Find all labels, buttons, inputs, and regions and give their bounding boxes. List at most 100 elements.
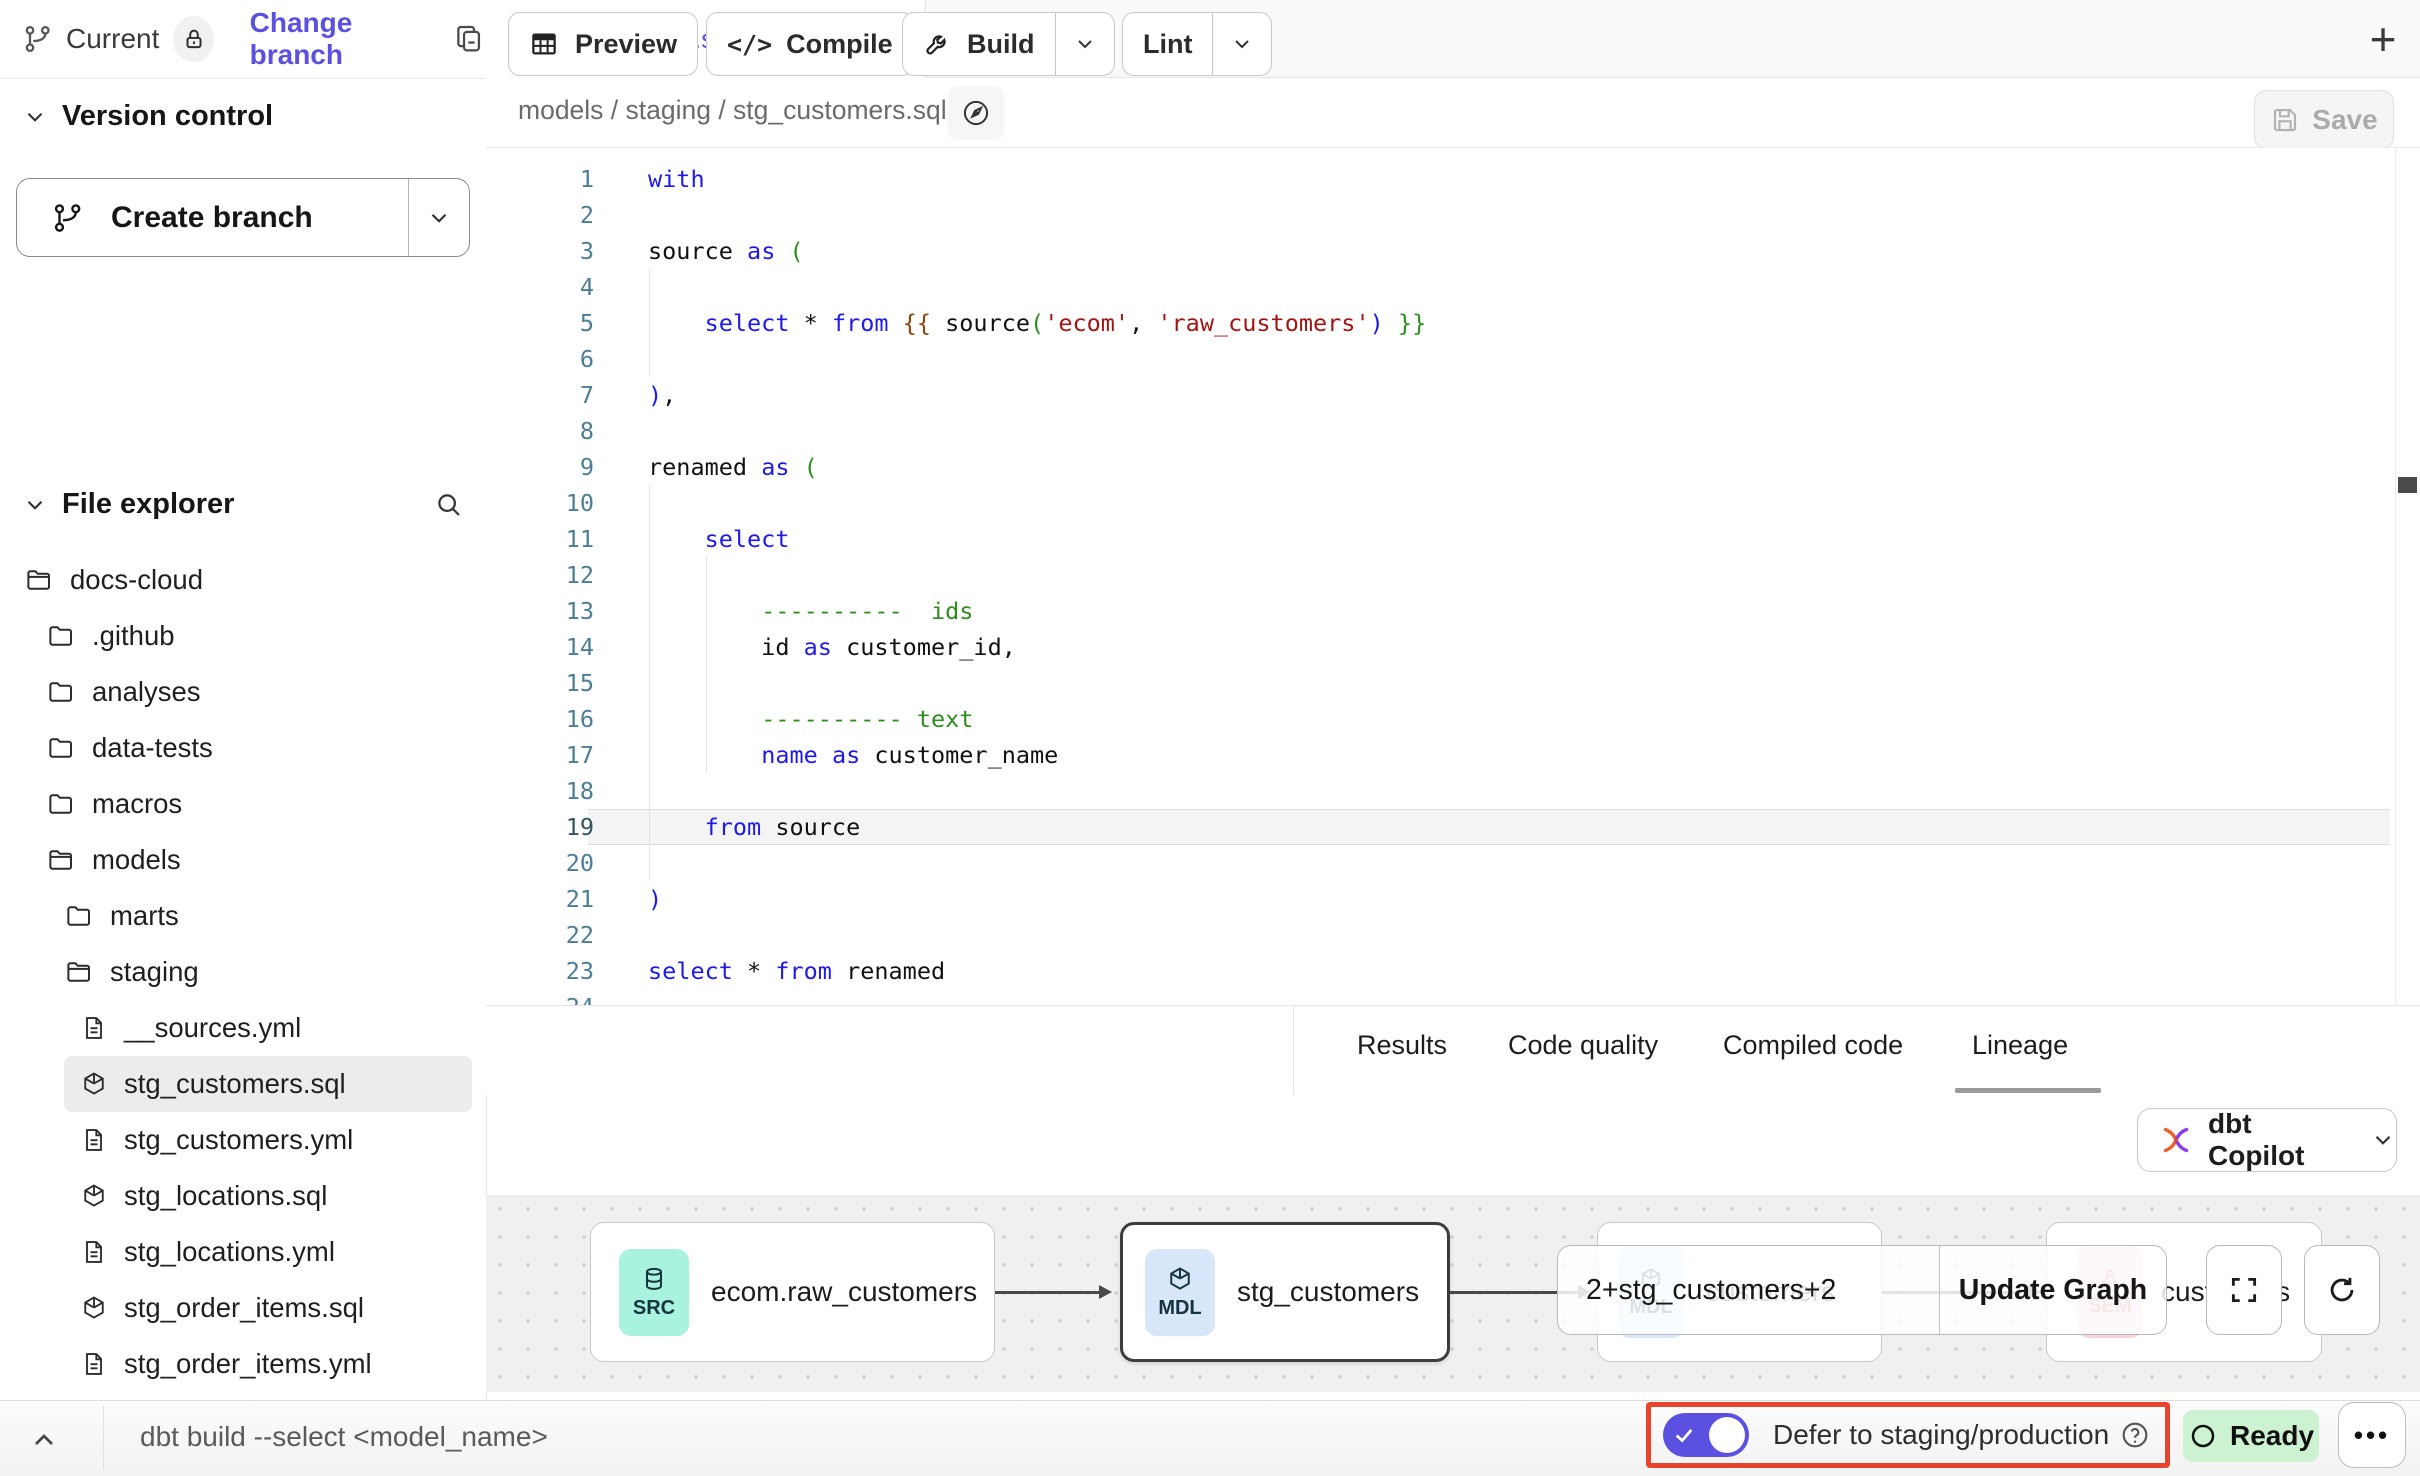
lineage-canvas[interactable]: MDL customers SEM customers SRC ecom.raw… xyxy=(486,1195,2420,1392)
tree-item-analyses[interactable]: analyses xyxy=(30,664,472,720)
database-icon xyxy=(640,1265,668,1293)
tree-item-label: marts xyxy=(110,900,179,932)
command-input[interactable]: dbt build --select <model_name> xyxy=(140,1421,548,1453)
sidebar: Current Change branch Version control Cr… xyxy=(0,0,487,1400)
tree-item-data-tests[interactable]: data-tests xyxy=(30,720,472,776)
tab-compiled-code[interactable]: Compiled code xyxy=(1723,1030,1903,1061)
git-branch-icon xyxy=(51,201,85,235)
tab-code-quality[interactable]: Code quality xyxy=(1508,1030,1658,1061)
code-text: select xyxy=(648,521,789,557)
help-icon[interactable] xyxy=(2119,1419,2151,1451)
file-tree: docs-cloud .githubanalysesdata-testsmacro… xyxy=(0,552,486,1392)
action-toolbar xyxy=(486,1005,2420,1095)
tree-item-models[interactable]: models xyxy=(30,832,472,888)
refresh-button[interactable] xyxy=(2304,1245,2380,1335)
tree-item-stg-order-items-yml[interactable]: stg_order_items.yml xyxy=(64,1336,472,1392)
code-text: renamed as ( xyxy=(648,449,818,485)
folder-open-icon xyxy=(64,957,94,987)
preview-button[interactable]: Preview xyxy=(508,12,698,76)
tree-item-label: docs-cloud xyxy=(70,564,203,596)
build-dropdown[interactable] xyxy=(1055,13,1114,75)
line-number: 11 xyxy=(486,521,594,557)
lint-dropdown[interactable] xyxy=(1212,13,1271,75)
file-explorer-section-header[interactable]: File explorer xyxy=(22,488,464,521)
code-line-1: 1 with xyxy=(486,161,2420,197)
indent-guide xyxy=(649,557,650,593)
tree-item-docs-cloud[interactable]: docs-cloud xyxy=(8,552,472,608)
line-number: 15 xyxy=(486,665,594,701)
tree-item-stg-customers-sql[interactable]: stg_customers.sql xyxy=(64,1056,472,1112)
editor-scrollbar-thumb[interactable] xyxy=(2398,477,2417,493)
copy-icon[interactable] xyxy=(452,22,486,56)
tree-item-macros[interactable]: macros xyxy=(30,776,472,832)
search-icon[interactable] xyxy=(434,490,464,520)
model-icon xyxy=(80,1294,108,1322)
folder-icon xyxy=(46,677,76,707)
more-options-button[interactable]: ••• xyxy=(2338,1402,2406,1468)
line-number: 7 xyxy=(486,377,594,413)
status-circle-icon xyxy=(2188,1421,2218,1451)
lineage-edge xyxy=(995,1291,1099,1294)
lint-button[interactable]: Lint xyxy=(1122,12,1272,76)
tree-item--sources-yml[interactable]: __sources.yml xyxy=(64,1000,472,1056)
code-line-10: 10 xyxy=(486,485,2420,521)
update-graph-button[interactable]: Update Graph xyxy=(1940,1274,2166,1307)
folder-icon xyxy=(46,733,76,763)
code-text: id as customer_id, xyxy=(648,629,1016,665)
line-number: 22 xyxy=(486,917,594,953)
dbt-copilot-button[interactable]: dbt Copilot xyxy=(2137,1108,2397,1172)
wrench-icon xyxy=(923,29,953,59)
tree-item-stg-locations-sql[interactable]: stg_locations.sql xyxy=(64,1168,472,1224)
tree-item-stg-customers-yml[interactable]: stg_customers.yml xyxy=(64,1112,472,1168)
lineage-node-stg-customers[interactable]: MDL stg_customers xyxy=(1120,1222,1450,1362)
tree-item-stg-locations-yml[interactable]: stg_locations.yml xyxy=(64,1224,472,1280)
folder-open-icon xyxy=(46,845,76,875)
refresh-icon xyxy=(2325,1273,2359,1307)
compile-button[interactable]: </> Compile xyxy=(706,12,914,76)
code-line-6: 6 xyxy=(486,341,2420,377)
tab-lineage[interactable]: Lineage xyxy=(1972,1030,2068,1061)
defer-toggle[interactable] xyxy=(1663,1413,1749,1457)
tree-item-staging[interactable]: staging xyxy=(48,944,472,1000)
status-badge-ready[interactable]: Ready xyxy=(2183,1410,2319,1462)
tab-results[interactable]: Results xyxy=(1357,1030,1447,1061)
folder-icon xyxy=(46,621,76,651)
code-brackets-icon: </> xyxy=(727,30,772,59)
tree-item-stg-order-items-sql[interactable]: stg_order_items.sql xyxy=(64,1280,472,1336)
create-branch-button[interactable]: Create branch xyxy=(16,178,470,257)
tree-item-marts[interactable]: marts xyxy=(48,888,472,944)
code-text: select * from {{ source('ecom', 'raw_cus… xyxy=(648,305,1426,341)
code-line-4: 4 xyxy=(486,269,2420,305)
code-line-8: 8 xyxy=(486,413,2420,449)
model-health-button[interactable] xyxy=(948,86,1004,140)
line-number: 5 xyxy=(486,305,594,341)
change-branch-link[interactable]: Change branch xyxy=(250,7,428,71)
lineage-edge-arrowhead xyxy=(1099,1285,1112,1299)
code-text: ) xyxy=(648,881,662,917)
collapse-panel-button[interactable] xyxy=(28,1424,60,1456)
new-tab-button[interactable]: + xyxy=(2352,8,2414,70)
line-number: 3 xyxy=(486,233,594,269)
lineage-node-ecom-raw-customers[interactable]: SRC ecom.raw_customers xyxy=(590,1222,995,1362)
code-line-7: 7), xyxy=(486,377,2420,413)
code-editor[interactable]: 1 with 23 source as (45 select * from {{ so… xyxy=(486,148,2420,1005)
code-text: source as ( xyxy=(648,233,804,269)
line-number: 8 xyxy=(486,413,594,449)
line-number: 1 xyxy=(486,161,594,197)
code-text: with xyxy=(648,161,705,197)
create-branch-dropdown[interactable] xyxy=(408,179,469,256)
tree-item--github[interactable]: .github xyxy=(30,608,472,664)
version-control-section-header[interactable]: Version control xyxy=(22,100,273,133)
build-button[interactable]: Build xyxy=(902,12,1115,76)
save-button[interactable]: Save xyxy=(2254,90,2394,149)
fullscreen-button[interactable] xyxy=(2206,1245,2282,1335)
tree-item-label: models xyxy=(92,844,181,876)
folder-icon xyxy=(64,901,94,931)
selector-input[interactable]: 2+stg_customers+2 xyxy=(1586,1274,1939,1307)
model-icon xyxy=(80,1070,108,1098)
line-number: 2 xyxy=(486,197,594,233)
code-line-5: 5 select * from {{ source('ecom', 'raw_c… xyxy=(486,305,2420,341)
lineage-selector[interactable]: 2+stg_customers+2 Update Graph xyxy=(1557,1245,2167,1335)
current-branch-label: Current xyxy=(66,23,159,55)
code-text: ), xyxy=(648,377,676,413)
